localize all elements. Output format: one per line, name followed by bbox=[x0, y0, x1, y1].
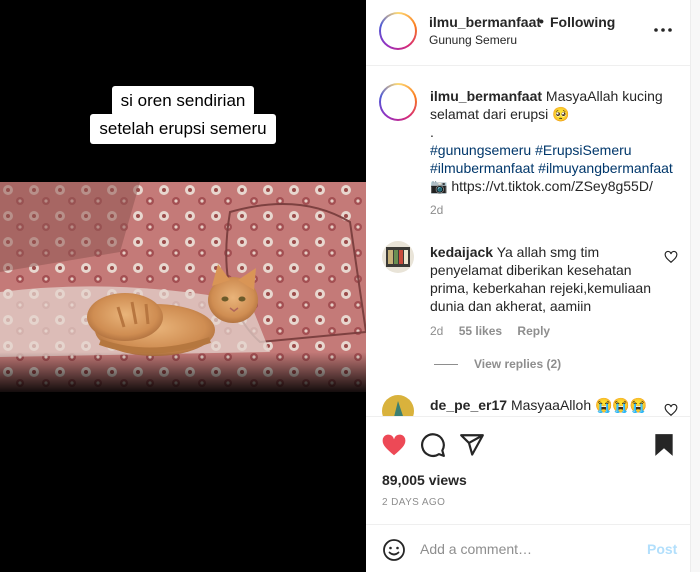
post-media[interactable]: si oren sendirian setelah erupsi semeru bbox=[0, 0, 366, 572]
comment-like-icon[interactable] bbox=[664, 403, 678, 416]
comment-text: de_pe_er17 MasyaaAlloh 😭😭😭 bbox=[430, 396, 655, 414]
comment-input[interactable] bbox=[420, 539, 630, 559]
video-text-overlay: si oren sendirian setelah erupsi semeru bbox=[0, 86, 366, 144]
post-button[interactable]: Post bbox=[647, 541, 677, 557]
heart-filled-icon[interactable] bbox=[381, 432, 407, 458]
overlay-line-1: si oren sendirian bbox=[111, 86, 255, 116]
emoji-smiley-icon[interactable] bbox=[382, 538, 406, 562]
comment-bubble-icon[interactable] bbox=[420, 432, 446, 458]
view-count[interactable]: 89,005 views bbox=[382, 472, 467, 488]
post-date[interactable]: 2 DAYS AGO bbox=[382, 497, 445, 508]
overlay-line-2: setelah erupsi semeru bbox=[90, 114, 276, 144]
add-comment-bar: Post bbox=[366, 524, 690, 572]
comment-body: MasyaaAlloh 😭😭😭 bbox=[507, 397, 648, 413]
bookmark-filled-icon[interactable] bbox=[651, 432, 677, 458]
post-details-panel: ilmu_bermanfaat • Following Gunung Semer… bbox=[366, 0, 700, 572]
cat-on-sofa-photo bbox=[0, 182, 366, 392]
commenter-avatar[interactable] bbox=[382, 395, 414, 416]
paper-plane-icon[interactable] bbox=[459, 432, 485, 458]
scrollbar-track[interactable] bbox=[690, 0, 700, 572]
comment-item: de_pe_er17 MasyaaAlloh 😭😭😭 bbox=[366, 0, 690, 416]
post-actions: 89,005 views 2 DAYS AGO bbox=[366, 416, 690, 524]
commenter-username[interactable]: de_pe_er17 bbox=[430, 397, 507, 413]
